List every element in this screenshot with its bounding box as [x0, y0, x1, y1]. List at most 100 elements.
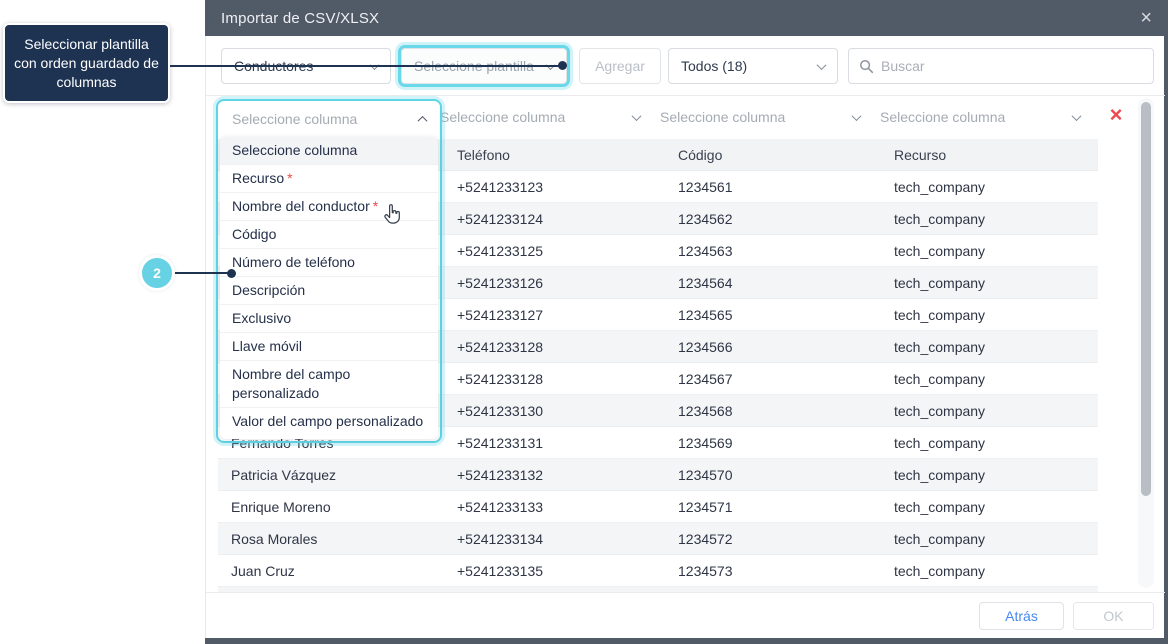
screenshot-canvas: Importar de CSV/XLSX × Conductores Selec…	[0, 0, 1168, 644]
chevron-down-icon	[631, 110, 642, 121]
dropdown-option[interactable]: Exclusivo	[220, 305, 438, 333]
cell-phone: +5241233130	[457, 402, 544, 419]
cell-phone: +5241233128	[457, 338, 544, 355]
required-asterisk: *	[287, 170, 293, 186]
header-cell-resource: Recurso	[894, 146, 947, 163]
cell-phone: +5241233128	[457, 370, 544, 387]
header-cell-code: Código	[678, 146, 723, 163]
column-select-3[interactable]: Seleccione columna	[660, 100, 862, 134]
dropdown-option-label: Código	[232, 226, 277, 242]
cell-name: Rosa Morales	[231, 530, 318, 547]
cell-resource: tech_company	[894, 530, 986, 547]
cell-phone: +5241233135	[457, 562, 544, 579]
search-field	[848, 48, 1154, 84]
cell-code: 1234566	[678, 338, 733, 355]
cell-code: 1234564	[678, 274, 733, 291]
cell-code: 1234571	[678, 498, 733, 515]
dropdown-option-label: Llave móvil	[232, 338, 303, 354]
chevron-down-icon	[851, 110, 862, 121]
vertical-scrollbar[interactable]	[1138, 98, 1154, 588]
table-row[interactable]: Rosa Morales +5241233134 1234572 tech_co…	[218, 523, 1098, 555]
annotation-dot-step	[227, 269, 236, 278]
column-select-placeholder: Seleccione columna	[660, 109, 786, 125]
cell-name: Juan Cruz	[231, 562, 295, 579]
annotation-dot-template	[558, 61, 567, 70]
cell-resource: tech_company	[894, 242, 986, 259]
add-button-label: Agregar	[595, 58, 645, 74]
cell-resource: tech_company	[894, 274, 986, 291]
cell-code: 1234562	[678, 210, 733, 227]
annotation-connector-template	[170, 65, 563, 67]
dropdown-option-label: Número de teléfono	[232, 254, 355, 270]
cell-code: 1234573	[678, 562, 733, 579]
cell-phone: +5241233132	[457, 466, 544, 483]
dropdown-option-label: Exclusivo	[232, 310, 292, 326]
dropdown-option-label: Valor del campo personalizado	[232, 413, 424, 429]
table-row[interactable]: Juan Cruz +5241233135 1234573 tech_compa…	[218, 555, 1098, 587]
dropdown-option-label: Seleccione columna	[232, 142, 358, 158]
dropdown-option[interactable]: Nombre del campo personalizado	[220, 361, 438, 408]
footer-separator	[206, 592, 1165, 593]
column-options-menu: Seleccione columna Recurso * Nombre del con…	[220, 137, 438, 439]
column-select-placeholder: Seleccione columna	[880, 109, 1006, 125]
dropdown-option-label: Recurso	[232, 170, 285, 186]
dropdown-option[interactable]: Seleccione columna	[220, 137, 438, 165]
column-select-placeholder: Seleccione columna	[440, 109, 566, 125]
dropdown-option[interactable]: Recurso *	[220, 165, 438, 193]
cell-resource: tech_company	[894, 178, 986, 195]
filter-select-value: Todos (18)	[681, 58, 748, 74]
column-select-2[interactable]: Seleccione columna	[440, 100, 642, 134]
cell-resource: tech_company	[894, 466, 986, 483]
table-row[interactable]: Enrique Moreno +5241233133 1234571 tech_…	[218, 491, 1098, 523]
scrollbar-thumb[interactable]	[1141, 102, 1151, 496]
cell-code: 1234570	[678, 466, 733, 483]
cell-resource: tech_company	[894, 562, 986, 579]
annotation-tooltip-text: Seleccionar plantilla con orden guardado…	[14, 35, 159, 90]
cell-phone: +5241233134	[457, 530, 544, 547]
column-select-1-highlight: Seleccione columna Seleccione columna Rec…	[216, 99, 442, 443]
dropdown-option-label: Descripción	[232, 282, 306, 298]
dropdown-option[interactable]: Nombre del conductor *	[220, 193, 438, 221]
dropdown-option[interactable]: Número de teléfono	[220, 249, 438, 277]
dropdown-option[interactable]: Llave móvil	[220, 333, 438, 361]
column-select-1[interactable]: Seleccione columna	[220, 102, 438, 136]
cell-phone: +5241233131	[457, 434, 544, 451]
cell-code: 1234568	[678, 402, 733, 419]
cell-phone: +5241233123	[457, 178, 544, 195]
annotation-tooltip: Seleccionar plantilla con orden guardado…	[3, 23, 170, 103]
close-icon[interactable]: ×	[1140, 8, 1152, 28]
ok-button[interactable]: OK	[1073, 602, 1154, 630]
cell-phone: +5241233126	[457, 274, 544, 291]
add-button[interactable]: Agregar	[579, 48, 661, 84]
dropdown-option[interactable]: Descripción	[220, 277, 438, 305]
cell-code: 1234572	[678, 530, 733, 547]
cell-resource: tech_company	[894, 402, 986, 419]
dropdown-option[interactable]: Valor del campo personalizado	[220, 408, 438, 435]
cell-resource: tech_company	[894, 370, 986, 387]
column-select-1-value: Seleccione columna	[232, 111, 358, 127]
modal-header: Importar de CSV/XLSX ×	[205, 0, 1168, 36]
filter-select[interactable]: Todos (18)	[668, 48, 838, 84]
cell-resource: tech_company	[894, 498, 986, 515]
search-input[interactable]	[881, 58, 1143, 74]
back-button[interactable]: Atrás	[979, 602, 1064, 630]
step-badge: 2	[139, 255, 175, 291]
cell-phone: +5241233124	[457, 210, 544, 227]
cell-phone: +5241233133	[457, 498, 544, 515]
modal-title: Importar de CSV/XLSX	[221, 9, 380, 27]
table-row[interactable]: Patricia Vázquez +5241233132 1234570 tec…	[218, 459, 1098, 491]
dropdown-option[interactable]: Código	[220, 221, 438, 249]
header-cell-phone: Teléfono	[457, 146, 510, 163]
column-select-4[interactable]: Seleccione columna	[880, 100, 1082, 134]
search-icon	[860, 59, 874, 73]
cell-code: 1234567	[678, 370, 733, 387]
cell-name: Enrique Moreno	[231, 498, 331, 515]
hand-cursor-icon	[384, 204, 400, 224]
chevron-down-icon	[1071, 110, 1082, 121]
cell-resource: tech_company	[894, 210, 986, 227]
cell-resource: tech_company	[894, 338, 986, 355]
cell-phone: +5241233127	[457, 306, 544, 323]
cell-resource: tech_company	[894, 434, 986, 451]
remove-mapping-icon[interactable]: ×	[1103, 102, 1129, 128]
cell-code: 1234569	[678, 434, 733, 451]
